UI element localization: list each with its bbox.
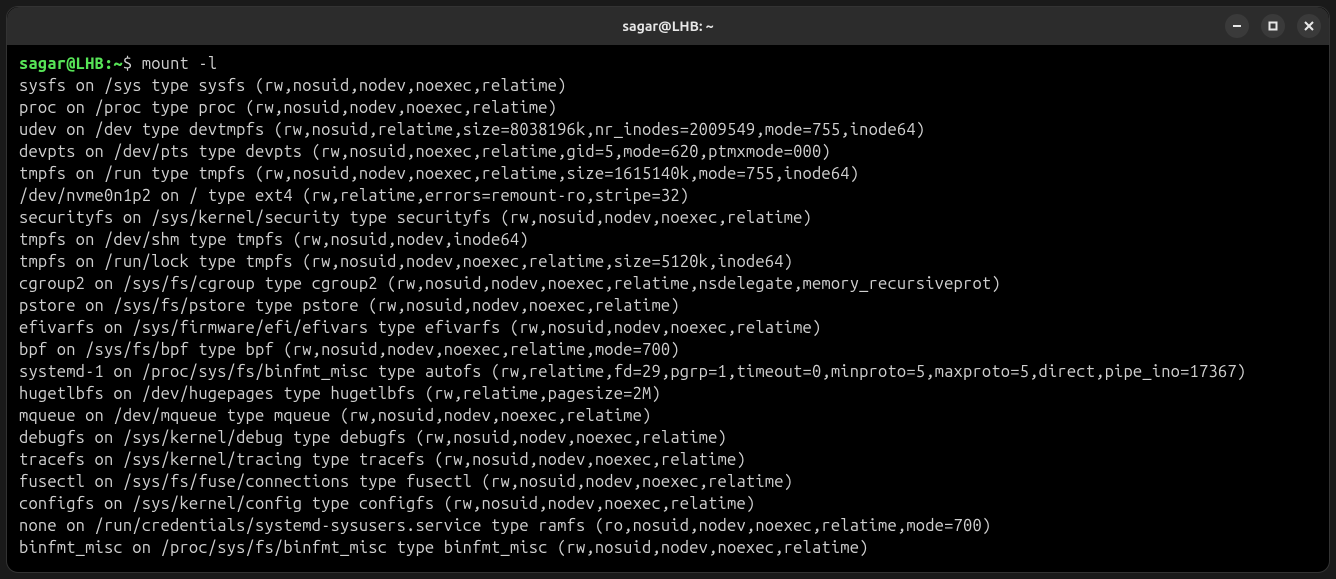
prompt-line: sagar@LHB:~$ mount -l — [19, 53, 1317, 75]
maximize-icon — [1268, 21, 1278, 31]
close-icon — [1304, 21, 1314, 31]
prompt-colon: : — [104, 55, 113, 73]
output-container: sysfs on /sys type sysfs (rw,nosuid,node… — [19, 75, 1317, 559]
output-line: debugfs on /sys/kernel/debug type debugf… — [19, 427, 1317, 449]
output-line: fusectl on /sys/fs/fuse/connections type… — [19, 471, 1317, 493]
output-line: sysfs on /sys type sysfs (rw,nosuid,node… — [19, 75, 1317, 97]
terminal-content[interactable]: sagar@LHB:~$ mount -l sysfs on /sys type… — [7, 45, 1329, 572]
output-line: efivarfs on /sys/firmware/efi/efivars ty… — [19, 317, 1317, 339]
output-line: securityfs on /sys/kernel/security type … — [19, 207, 1317, 229]
output-line: hugetlbfs on /dev/hugepages type hugetlb… — [19, 383, 1317, 405]
output-line: none on /run/credentials/systemd-sysuser… — [19, 515, 1317, 537]
output-line: proc on /proc type proc (rw,nosuid,nodev… — [19, 97, 1317, 119]
prompt-path: ~ — [113, 55, 122, 73]
output-line: binfmt_misc on /proc/sys/fs/binfmt_misc … — [19, 537, 1317, 559]
command-text: mount -l — [142, 55, 218, 73]
minimize-icon — [1232, 21, 1242, 31]
output-line: /dev/nvme0n1p2 on / type ext4 (rw,relati… — [19, 185, 1317, 207]
output-line: tmpfs on /run/lock type tmpfs (rw,nosuid… — [19, 251, 1317, 273]
output-line: udev on /dev type devtmpfs (rw,nosuid,re… — [19, 119, 1317, 141]
titlebar: sagar@LHB: ~ — [7, 7, 1329, 45]
prompt-user-host: sagar@LHB — [19, 55, 104, 73]
output-line: pstore on /sys/fs/pstore type pstore (rw… — [19, 295, 1317, 317]
close-button[interactable] — [1297, 14, 1321, 38]
output-line: bpf on /sys/fs/bpf type bpf (rw,nosuid,n… — [19, 339, 1317, 361]
output-line: systemd-1 on /proc/sys/fs/binfmt_misc ty… — [19, 361, 1317, 383]
output-line: configfs on /sys/kernel/config type conf… — [19, 493, 1317, 515]
maximize-button[interactable] — [1261, 14, 1285, 38]
output-line: mqueue on /dev/mqueue type mqueue (rw,no… — [19, 405, 1317, 427]
window-controls — [1225, 14, 1321, 38]
output-line: cgroup2 on /sys/fs/cgroup type cgroup2 (… — [19, 273, 1317, 295]
output-line: devpts on /dev/pts type devpts (rw,nosui… — [19, 141, 1317, 163]
prompt-dollar: $ — [123, 55, 142, 73]
output-line: tmpfs on /dev/shm type tmpfs (rw,nosuid,… — [19, 229, 1317, 251]
terminal-window: sagar@LHB: ~ sagar@LHB:~$ mount -l sysfs… — [6, 6, 1330, 573]
window-title: sagar@LHB: ~ — [622, 18, 713, 34]
output-line: tmpfs on /run type tmpfs (rw,nosuid,node… — [19, 163, 1317, 185]
output-line: tracefs on /sys/kernel/tracing type trac… — [19, 449, 1317, 471]
minimize-button[interactable] — [1225, 14, 1249, 38]
